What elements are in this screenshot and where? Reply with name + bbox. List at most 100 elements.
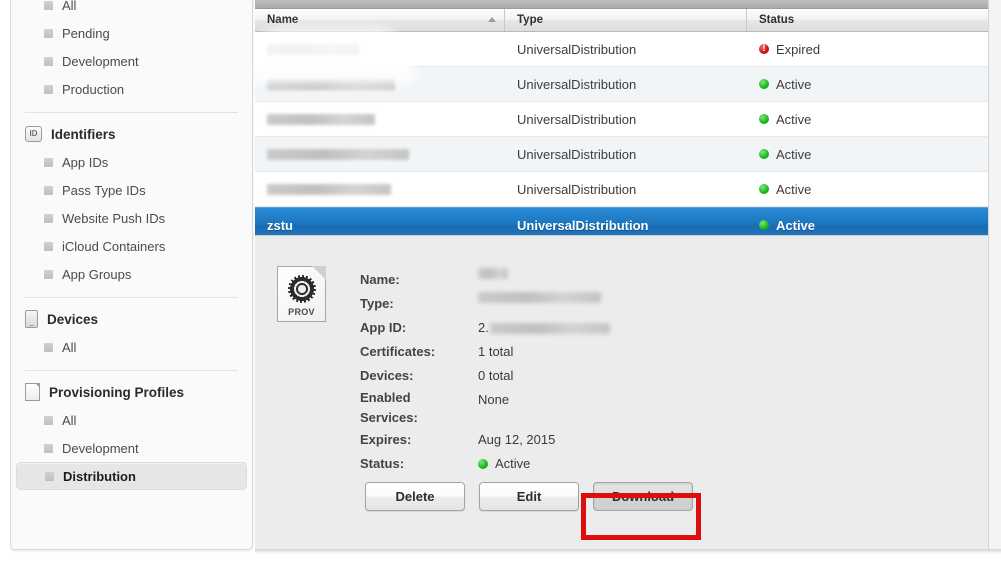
sidebar-group-header[interactable]: ID Identifiers <box>11 120 252 148</box>
sidebar-item-all[interactable]: All <box>16 406 247 434</box>
cell-type-label: UniversalDistribution <box>517 181 637 197</box>
window-top-strip <box>255 0 1001 9</box>
detail-field-label: Name: <box>360 272 400 287</box>
table-row[interactable]: UniversalDistribution Expired <box>255 32 1001 67</box>
active-dot-icon <box>478 459 488 469</box>
detail-field-value: None <box>478 388 509 412</box>
table-row[interactable]: UniversalDistribution Active <box>255 137 1001 172</box>
detail-field-value: Active <box>478 452 530 476</box>
sidebar-divider <box>25 370 238 371</box>
table-row[interactable]: UniversalDistribution Active <box>255 172 1001 207</box>
detail-panel: PROV Name: Type: App ID: 2. Certificates: 1 t… <box>255 235 1001 549</box>
sidebar-item-label: Development <box>62 53 139 69</box>
sidebar-item-app-groups[interactable]: App Groups <box>16 260 247 288</box>
detail-field-row: Status: Active <box>360 452 610 476</box>
redacted-name <box>267 43 359 55</box>
active-dot-icon <box>759 184 769 194</box>
table-row[interactable]: UniversalDistribution Active <box>255 102 1001 137</box>
sidebar-divider <box>25 112 238 113</box>
sidebar-bullet-icon <box>44 241 53 251</box>
detail-value-text: Active <box>495 456 531 471</box>
sidebar-bullet-icon <box>44 185 53 195</box>
edit-button[interactable]: Edit <box>479 482 579 511</box>
sidebar-group-header-label: Devices <box>47 311 99 327</box>
sidebar-item-label: All <box>62 412 77 428</box>
detail-field-label: Certificates: <box>360 344 436 359</box>
cell-status: Expired <box>747 42 1001 57</box>
column-header-name[interactable]: Name <box>255 9 505 31</box>
sidebar-item-all[interactable]: All <box>16 333 247 361</box>
sidebar-item-pass-type-ids[interactable]: Pass Type IDs <box>16 176 247 204</box>
detail-value-text: Aug 12, 2015 <box>478 432 556 447</box>
sidebar-item-label: Website Push IDs <box>62 210 166 226</box>
sidebar-item-development[interactable]: Development <box>16 434 247 462</box>
column-header-label: Type <box>517 14 543 26</box>
sidebar-bullet-icon <box>44 443 53 453</box>
status-badge: Active <box>776 76 812 92</box>
cell-type: UniversalDistribution <box>505 112 747 127</box>
detail-action-buttons: Delete Edit Download <box>365 482 693 511</box>
redacted-name <box>267 148 409 160</box>
sidebar-bullet-icon <box>44 84 53 94</box>
detail-value-prefix: 2. <box>478 320 489 335</box>
detail-field-row: Devices: 0 total <box>360 364 610 388</box>
cell-status: Active <box>747 147 1001 162</box>
content-area: Name Type Status UniversalDistribution Expi… <box>255 0 1001 549</box>
cell-name <box>255 78 505 90</box>
cell-name <box>255 148 505 160</box>
cell-type: UniversalDistribution <box>505 77 747 92</box>
status-badge: Expired <box>776 41 821 57</box>
cell-type-label: UniversalDistribution <box>517 76 637 92</box>
sidebar-item-label: All <box>62 339 77 355</box>
redacted-name <box>267 183 391 195</box>
sidebar-item-production[interactable]: Production <box>16 75 247 103</box>
cell-type: UniversalDistribution <box>505 182 747 197</box>
redacted-value <box>489 322 610 334</box>
sidebar-groups: All Pending Development Production ID Identif… <box>11 0 252 490</box>
active-dot-icon <box>759 220 769 230</box>
detail-field-list: Name: Type: App ID: 2. Certificates: 1 total D… <box>360 268 610 476</box>
status-badge: Active <box>776 217 816 233</box>
table-header-row: Name Type Status <box>255 9 1001 32</box>
sidebar-item-icloud-containers[interactable]: iCloud Containers <box>16 232 247 260</box>
detail-value-text: 0 total <box>478 368 514 383</box>
detail-field-row: App ID: 2. <box>360 316 610 340</box>
redacted-name <box>267 113 375 125</box>
sidebar-bullet-icon <box>44 28 53 38</box>
cell-type-label: UniversalDistribution <box>517 146 637 162</box>
detail-value-text: 1 total <box>478 344 514 359</box>
active-dot-icon <box>759 79 769 89</box>
sidebar-divider <box>25 297 238 298</box>
detail-field-row: Certificates: 1 total <box>360 340 610 364</box>
column-header-status[interactable]: Status <box>747 9 1001 31</box>
sidebar-item-pending[interactable]: Pending <box>16 19 247 47</box>
page-right-gutter <box>989 0 1001 549</box>
sidebar-item-all[interactable]: All <box>16 0 247 19</box>
sidebar-item-website-push-ids[interactable]: Website Push IDs <box>16 204 247 232</box>
sidebar: All Pending Development Production ID Identif… <box>10 0 253 550</box>
redacted-value <box>478 268 508 279</box>
sidebar-item-label: Distribution <box>63 468 136 484</box>
sidebar-item-distribution[interactable]: Distribution <box>16 462 247 490</box>
provisioning-profile-file-icon: PROV <box>277 266 326 322</box>
sidebar-item-label: iCloud Containers <box>62 238 166 254</box>
column-header-type[interactable]: Type <box>505 9 747 31</box>
sidebar-bullet-icon <box>44 415 53 425</box>
sidebar-bullet-icon <box>44 0 53 10</box>
download-button[interactable]: Download <box>593 482 693 511</box>
sidebar-item-development[interactable]: Development <box>16 47 247 75</box>
sidebar-group-header[interactable]: Provisioning Profiles <box>11 378 252 406</box>
table-row[interactable]: UniversalDistribution Active <box>255 67 1001 102</box>
detail-field-row: Name: <box>360 268 610 292</box>
cell-type: UniversalDistribution <box>505 147 747 162</box>
sidebar-bullet-icon <box>44 157 53 167</box>
sidebar-bullet-icon <box>44 56 53 66</box>
active-dot-icon <box>759 114 769 124</box>
gear-icon <box>288 275 316 303</box>
sidebar-item-app-ids[interactable]: App IDs <box>16 148 247 176</box>
sidebar-item-label: App IDs <box>62 154 109 170</box>
sidebar-item-label: Pass Type IDs <box>62 182 146 198</box>
sidebar-group-header[interactable]: Devices <box>11 305 252 333</box>
delete-button[interactable]: Delete <box>365 482 465 511</box>
cell-name: zstu <box>255 218 505 233</box>
